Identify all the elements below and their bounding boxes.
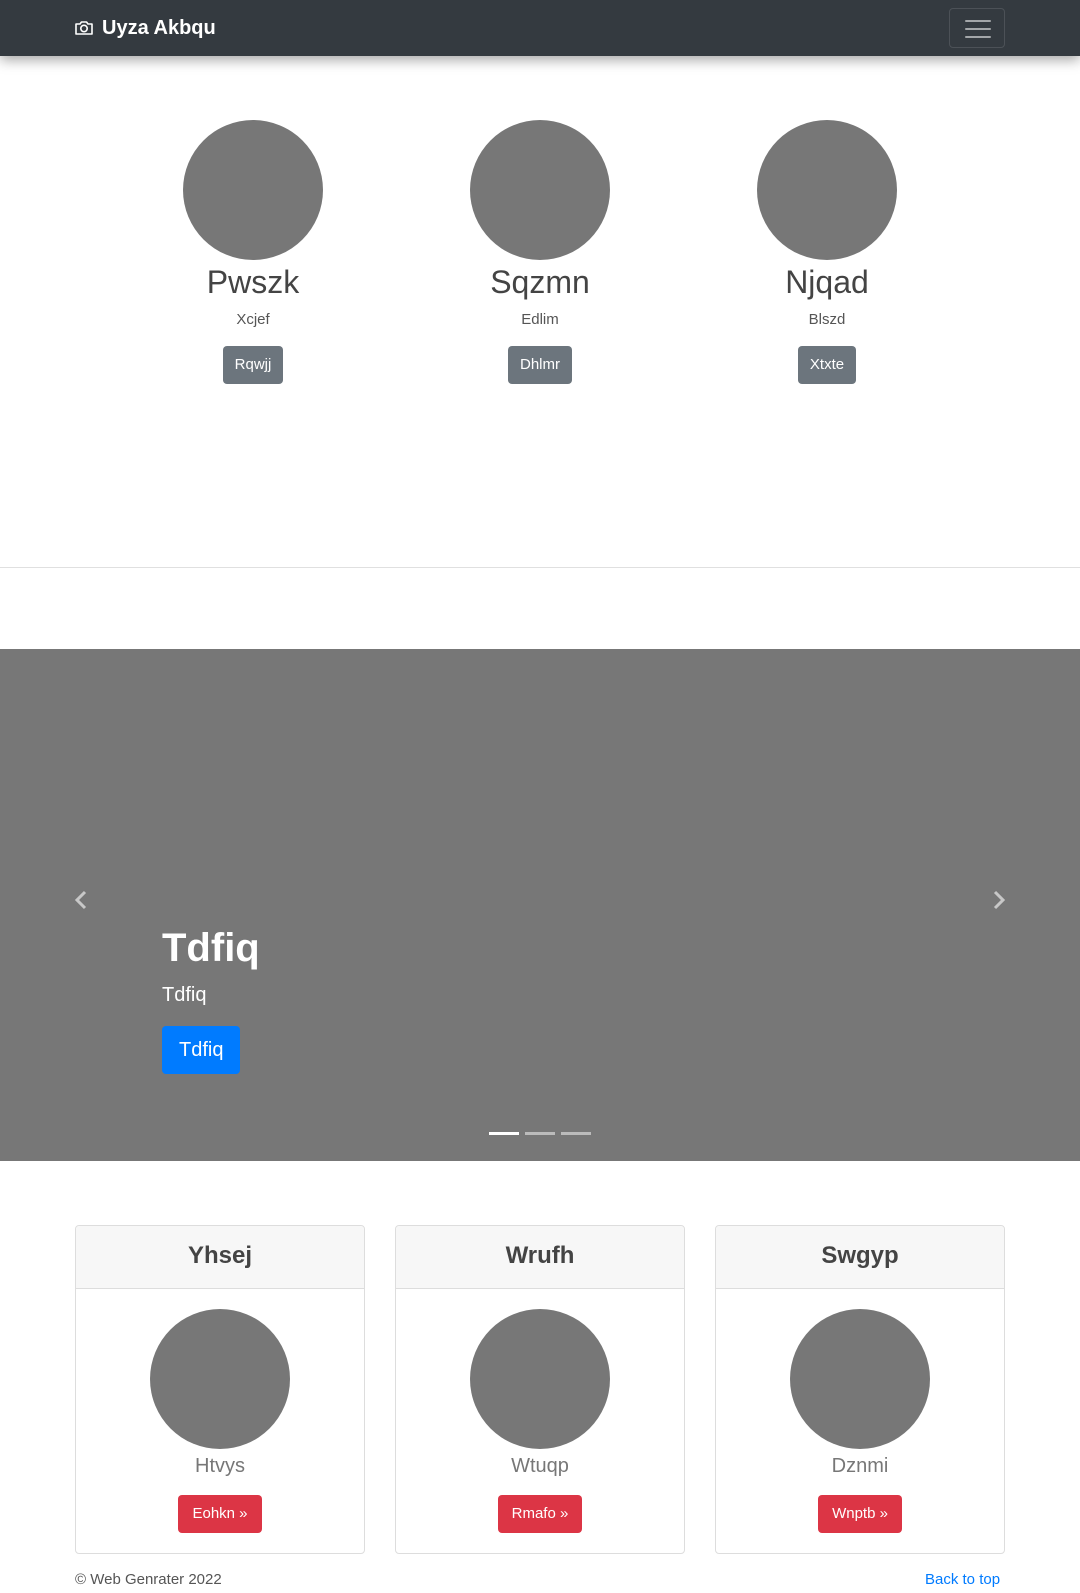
profile-avatar bbox=[470, 120, 610, 260]
card-header: Yhsej bbox=[76, 1226, 364, 1289]
profile-subtitle: Blszd bbox=[808, 311, 846, 328]
card-subtitle: Wtuqp bbox=[511, 1455, 569, 1477]
profile-button[interactable]: Rqwjj bbox=[222, 346, 284, 384]
profile-item: Sqzmn Edlim Dhlmr bbox=[440, 120, 640, 384]
profile-name: Sqzmn bbox=[490, 264, 590, 300]
section-divider bbox=[0, 567, 1080, 568]
feature-card: Wrufh Wtuqp Rmafo » bbox=[395, 1225, 685, 1554]
carousel-indicator[interactable] bbox=[489, 1132, 519, 1135]
card-subtitle: Htvys bbox=[195, 1455, 245, 1477]
profile-name: Njqad bbox=[785, 264, 869, 300]
top-navbar: Uyza Akbqu bbox=[0, 0, 1080, 56]
profile-button[interactable]: Dhlmr bbox=[508, 346, 572, 384]
carousel-text: Tdfiq bbox=[162, 984, 207, 1006]
camera-icon bbox=[75, 21, 93, 35]
card-subtitle: Dznmi bbox=[831, 1455, 889, 1477]
profile-subtitle: Xcjef bbox=[236, 311, 270, 328]
carousel-cta-button[interactable]: Tdfiq bbox=[162, 1026, 241, 1074]
profile-button[interactable]: Xtxte bbox=[797, 346, 857, 384]
profile-avatar bbox=[757, 120, 897, 260]
profile-item: Njqad Blszd Xtxte bbox=[727, 120, 927, 384]
carousel-next-button[interactable] bbox=[984, 885, 1014, 915]
carousel-prev-button[interactable] bbox=[66, 885, 96, 915]
carousel-caption: Tdfiq Tdfiq Tdfiq bbox=[162, 924, 260, 1074]
navbar-toggler-button[interactable] bbox=[949, 8, 1005, 48]
profile-avatar bbox=[183, 120, 323, 260]
brand-link[interactable]: Uyza Akbqu bbox=[74, 14, 216, 42]
card-button[interactable]: Eohkn » bbox=[178, 1495, 262, 1533]
card-header: Wrufh bbox=[396, 1226, 684, 1289]
profile-subtitle: Edlim bbox=[521, 311, 559, 328]
card-button[interactable]: Wnptb » bbox=[818, 1495, 902, 1533]
profile-name: Pwszk bbox=[206, 264, 300, 300]
carousel-indicators bbox=[489, 1132, 591, 1135]
card-image bbox=[150, 1309, 290, 1449]
brand-name: Uyza Akbqu bbox=[102, 16, 216, 39]
carousel-title: Tdfiq bbox=[162, 926, 260, 970]
chevron-right-icon bbox=[993, 890, 1006, 910]
carousel-indicator[interactable] bbox=[561, 1132, 591, 1135]
chevron-left-icon bbox=[74, 890, 87, 910]
footer-copyright: © Web Genrater 2022 bbox=[75, 1571, 222, 1588]
profile-item: Pwszk Xcjef Rqwjj bbox=[153, 120, 353, 384]
feature-card: Yhsej Htvys Eohkn » bbox=[75, 1225, 365, 1554]
hamburger-icon bbox=[965, 20, 991, 22]
card-header: Swgyp bbox=[716, 1226, 1004, 1289]
back-to-top-link[interactable]: Back to top bbox=[925, 1571, 1000, 1588]
card-button[interactable]: Rmafo » bbox=[497, 1495, 583, 1533]
hero-carousel: Tdfiq Tdfiq Tdfiq bbox=[0, 649, 1080, 1161]
card-image bbox=[470, 1309, 610, 1449]
carousel-indicator[interactable] bbox=[525, 1132, 555, 1135]
feature-card: Swgyp Dznmi Wnptb » bbox=[715, 1225, 1005, 1554]
card-image bbox=[790, 1309, 930, 1449]
